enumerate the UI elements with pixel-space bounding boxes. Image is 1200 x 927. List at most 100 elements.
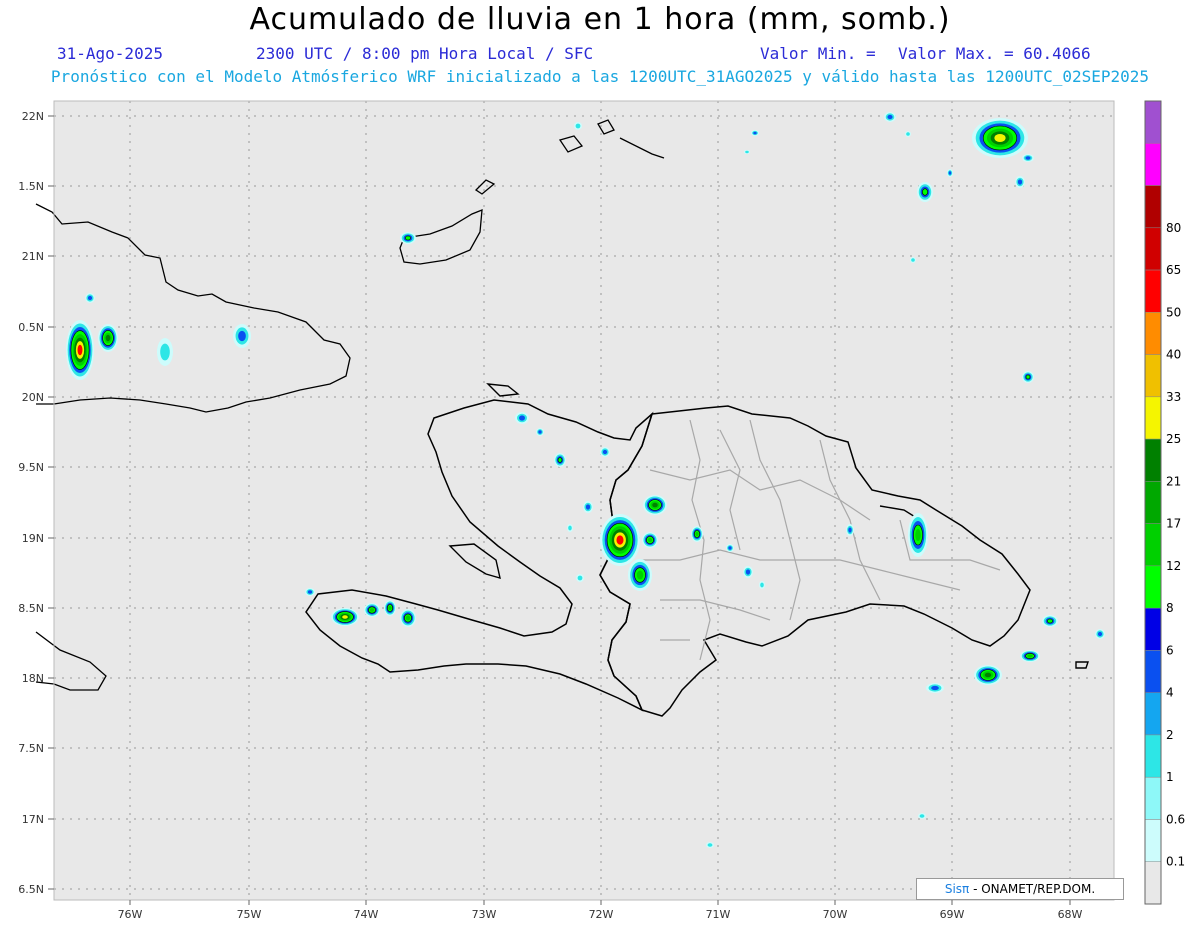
colorbar-label: 1 (1166, 770, 1174, 784)
rain-cell (577, 575, 583, 581)
lat-label: 8.5N (18, 602, 44, 615)
colorbar-swatch (1144, 565, 1162, 609)
lat-label: 21N (22, 250, 44, 263)
lon-label: 74W (354, 908, 379, 921)
rain-cell (405, 615, 411, 621)
lat-label: 1.5N (18, 180, 44, 193)
colorbar-label: 0.6 (1166, 812, 1185, 826)
credit-text: - ONAMET/REP.DOM. (969, 882, 1096, 896)
rain-cell (911, 258, 915, 262)
rain-cell (948, 171, 952, 175)
rain-cell (915, 529, 921, 541)
longitude-labels: 76W 75W 74W 73W 72W 71W 70W 69W 68W (118, 900, 1083, 921)
rain-cell (919, 814, 925, 818)
lon-label: 72W (589, 908, 614, 921)
rain-cell (1025, 156, 1031, 160)
rain-cell (745, 569, 751, 575)
rain-cell (695, 531, 699, 537)
rain-cell (602, 449, 608, 455)
rain-cell (369, 608, 375, 612)
lat-label: 18N (22, 672, 44, 685)
rain-cell (760, 582, 764, 588)
rain-cell (906, 132, 910, 136)
rain-cell (105, 334, 111, 342)
lat-label: 19N (22, 532, 44, 545)
colorbar-swatch (1144, 269, 1162, 313)
rain-cell (575, 123, 581, 129)
rain-cell (1027, 654, 1033, 658)
rain-cell (728, 546, 732, 550)
colorbar-swatch (1144, 143, 1162, 186)
rain-cell (1025, 374, 1031, 380)
lat-label: 22N (22, 110, 44, 123)
lon-label: 69W (940, 908, 965, 921)
rain-cell (922, 188, 928, 196)
rain-cell (707, 843, 713, 847)
lat-label: 17N (22, 813, 44, 826)
rain-cell (538, 430, 542, 434)
colorbar-swatch (1144, 396, 1162, 440)
colorbar-swatch (1144, 650, 1162, 693)
rain-cell (636, 570, 644, 580)
colorbar-label: 2 (1166, 728, 1174, 742)
colorbar-label: 6 (1166, 643, 1174, 657)
rain-cell (585, 504, 591, 510)
lat-label: 9.5N (18, 461, 44, 474)
rain-cell (519, 415, 525, 421)
colorbar-swatch (1144, 185, 1162, 229)
rain-cell (77, 344, 83, 356)
rain-cell (1047, 618, 1053, 624)
rain-cell (160, 343, 170, 361)
colorbar-label: 12 (1166, 559, 1181, 573)
rain-cell (307, 590, 313, 594)
rain-cell (557, 457, 563, 463)
rain-cell (388, 605, 392, 611)
lon-label: 76W (118, 908, 143, 921)
colorbar-swatch (1144, 692, 1162, 736)
colorbar-label: 80 (1166, 221, 1181, 235)
rain-cell (1097, 631, 1103, 637)
colorbar-swatch (1144, 100, 1162, 144)
latitude-labels: 22N 1.5N 21N 0.5N 20N 9.5N 19N 8.5N 18N 7.5N 17N 6.… (18, 110, 54, 896)
colorbar-swatch (1144, 481, 1162, 524)
colorbar-label: 21 (1166, 474, 1181, 488)
rain-cell (994, 134, 1006, 142)
lon-label: 75W (237, 908, 262, 921)
rain-cell (887, 114, 893, 120)
colorbar-swatch (1144, 861, 1162, 905)
colorbar-swatch (1144, 776, 1162, 820)
colorbar-label: 40 (1166, 348, 1181, 362)
rain-cell (652, 502, 658, 508)
lat-label: 20N (22, 391, 44, 404)
colorbar-swatch (1144, 312, 1162, 355)
rain-cell (745, 150, 749, 154)
credit-sis: Sis (944, 882, 963, 896)
rain-cell (616, 535, 624, 545)
lon-label: 70W (823, 908, 848, 921)
colorbar-swatch (1144, 523, 1162, 567)
colorbar-label: 8 (1166, 601, 1174, 615)
lat-label: 6.5N (18, 883, 44, 896)
lon-label: 71W (706, 908, 731, 921)
colorbar-label: 33 (1166, 390, 1181, 404)
rain-cell (753, 131, 757, 135)
rain-cell (647, 537, 653, 543)
rain-cell (87, 295, 93, 301)
colorbar-swatch (1144, 819, 1162, 862)
lat-label: 7.5N (18, 742, 44, 755)
colorbar-swatch (1144, 354, 1162, 398)
rain-cell (238, 330, 246, 342)
colorbar-swatch (1144, 734, 1162, 778)
colorbar-label: 4 (1166, 686, 1174, 700)
rain-cell (405, 235, 411, 241)
rain-cell (984, 672, 992, 678)
lat-label: 0.5N (18, 321, 44, 334)
map-background (54, 101, 1114, 900)
rainfall-map: 76W 75W 74W 73W 72W 71W 70W 69W 68W 22N 1.5N 21N 0.… (18, 100, 1185, 921)
lon-label: 73W (472, 908, 497, 921)
colorbar-label: 25 (1166, 432, 1181, 446)
rain-cell (568, 525, 572, 531)
lon-label: 68W (1058, 908, 1083, 921)
colorbar-swatch (1144, 438, 1162, 482)
colorbar-swatch (1144, 607, 1162, 651)
